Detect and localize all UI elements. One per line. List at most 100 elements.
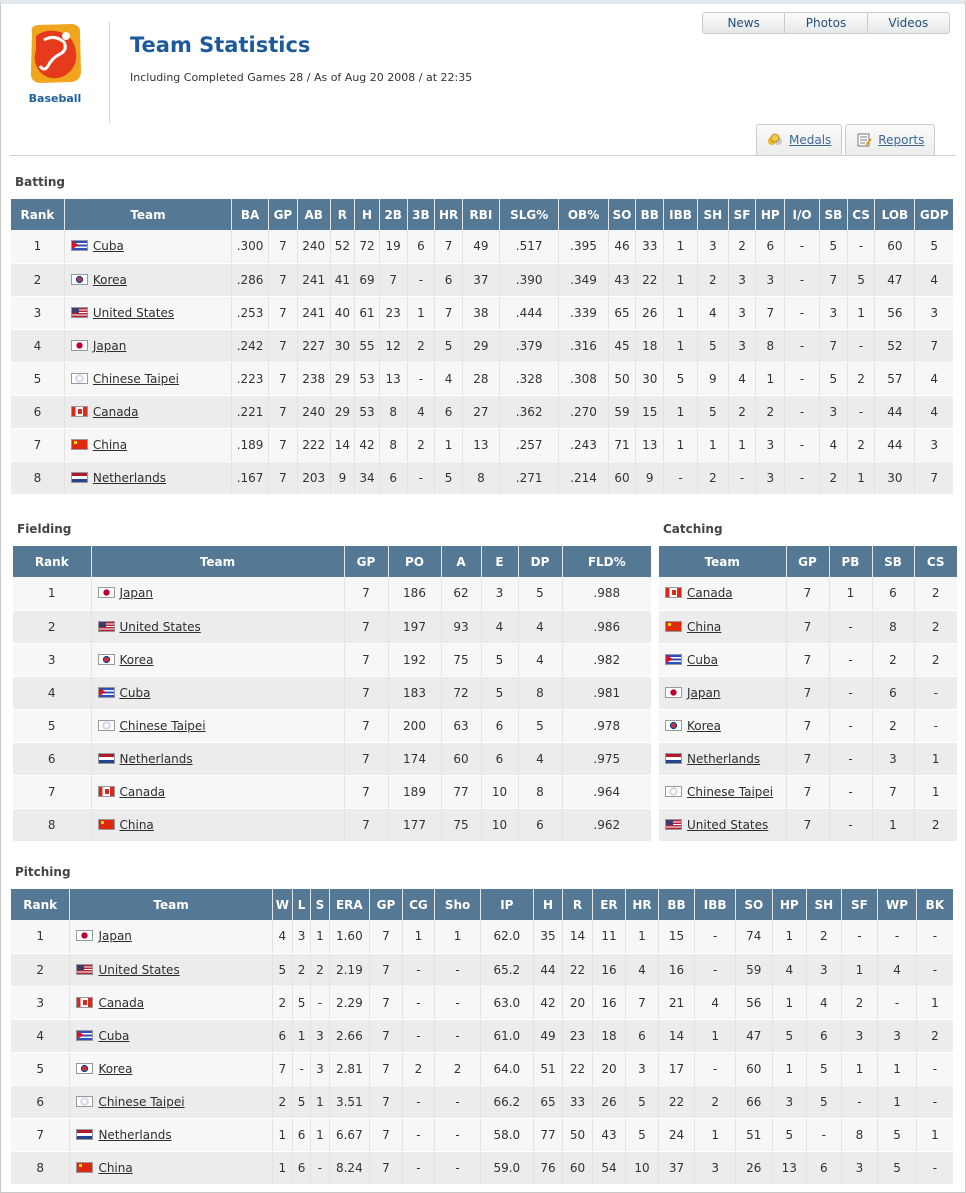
team-link[interactable]: Canada xyxy=(93,405,139,419)
team-link[interactable]: Canada xyxy=(98,996,144,1010)
catching-table-row: China 7-8 2 xyxy=(659,610,957,644)
stat-cell: 7 xyxy=(369,953,403,987)
stat-cell: 1 xyxy=(11,920,71,954)
stat-cell: - xyxy=(434,1019,481,1053)
team-link[interactable]: Chinese Taipei xyxy=(93,372,179,386)
stat-cell: 1 xyxy=(310,1118,330,1152)
batting-table-row: 8 Netherlands .167 7 203 9 34 6-5 8.271.214 60 9-2… xyxy=(11,461,953,495)
stat-cell: 192 xyxy=(388,643,442,677)
team-link[interactable]: China xyxy=(120,818,154,832)
stat-cell: 30 xyxy=(874,461,916,495)
team-link[interactable]: Korea xyxy=(687,719,721,733)
stat-cell: - xyxy=(916,1085,953,1119)
tab-reports[interactable]: Reports xyxy=(845,124,936,155)
pitching-column-header: R xyxy=(562,889,593,920)
team-cell: Canada xyxy=(91,775,345,809)
stat-cell: .362 xyxy=(499,395,560,429)
team-link[interactable]: Korea xyxy=(93,273,127,287)
stat-cell: 1 xyxy=(625,920,659,954)
team-link[interactable]: United States xyxy=(120,620,201,634)
batting-column-header: SF xyxy=(728,199,757,230)
batting-column-header: Team xyxy=(64,199,233,230)
stat-cell: 2 xyxy=(914,808,957,842)
team-link[interactable]: Canada xyxy=(120,785,166,799)
batting-table-row: 5 Chinese Taipei .223 7 238 29 53 13-4 28.328.30… xyxy=(11,362,953,396)
stat-cell: 3 xyxy=(694,1151,736,1185)
stat-cell: 1 xyxy=(755,362,786,396)
stat-cell: 2 xyxy=(697,263,729,297)
team-link[interactable]: Japan xyxy=(93,339,126,353)
stat-cell: 4 xyxy=(914,263,953,297)
stat-cell: 197 xyxy=(388,610,442,644)
team-link[interactable]: Korea xyxy=(98,1062,132,1076)
stat-cell: 4 xyxy=(407,395,436,429)
team-link[interactable]: Canada xyxy=(687,586,733,600)
team-link[interactable]: Chinese Taipei xyxy=(120,719,206,733)
stat-cell: 6 xyxy=(481,709,519,743)
team-link[interactable]: United States xyxy=(93,306,174,320)
stat-cell: - xyxy=(784,395,820,429)
stat-cell: 45 xyxy=(608,329,637,363)
team-link[interactable]: Netherlands xyxy=(120,752,193,766)
stat-cell: 2 xyxy=(847,362,876,396)
stat-cell: - xyxy=(784,362,820,396)
team-link[interactable]: Chinese Taipei xyxy=(98,1095,184,1109)
stat-cell: 51 xyxy=(533,1052,564,1086)
team-link[interactable]: Cuba xyxy=(687,653,718,667)
team-link[interactable]: Netherlands xyxy=(98,1128,171,1142)
team-link[interactable]: Cuba xyxy=(120,686,151,700)
stat-cell: 6 xyxy=(872,676,915,710)
stat-cell: - xyxy=(847,329,876,363)
team-link[interactable]: China xyxy=(93,438,127,452)
stat-cell: 13 xyxy=(462,428,500,462)
team-link[interactable]: China xyxy=(98,1161,132,1175)
stat-cell: 241 xyxy=(297,263,331,297)
fielding-column-header: Team xyxy=(91,546,345,577)
japan-flag-icon xyxy=(76,930,94,942)
stat-cell: 13 xyxy=(379,362,408,396)
stat-cell: 1 xyxy=(663,428,698,462)
stat-cell: 2 xyxy=(694,1085,736,1119)
team-link[interactable]: United States xyxy=(687,818,768,832)
stat-cell: .981 xyxy=(562,676,651,710)
stat-cell: .328 xyxy=(499,362,560,396)
stat-cell: 3 xyxy=(819,296,848,330)
team-link[interactable]: China xyxy=(687,620,721,634)
stat-cell: 9 xyxy=(330,461,356,495)
team-link[interactable]: Korea xyxy=(120,653,154,667)
stat-cell: 56 xyxy=(874,296,916,330)
stat-cell: 21 xyxy=(658,986,696,1020)
team-link[interactable]: Cuba xyxy=(93,239,124,253)
nav-photos-link[interactable]: Photos xyxy=(784,13,866,33)
tab-medals[interactable]: Medals xyxy=(756,124,843,155)
team-link[interactable]: Japan xyxy=(98,929,131,943)
team-link[interactable]: United States xyxy=(98,963,179,977)
stat-cell: 4 xyxy=(481,610,519,644)
stat-cell: 37 xyxy=(658,1151,696,1185)
team-cell: Chinese Taipei xyxy=(659,775,787,809)
team-cell: China xyxy=(91,808,345,842)
stat-cell: 12 xyxy=(379,329,408,363)
team-link[interactable]: Cuba xyxy=(98,1029,129,1043)
stat-cell: 59.0 xyxy=(480,1151,534,1185)
pitching-column-header: IBB xyxy=(694,889,736,920)
team-link[interactable]: Japan xyxy=(687,686,720,700)
stat-cell: .221 xyxy=(231,395,270,429)
stat-cell: - xyxy=(806,1118,842,1152)
stat-cell: 3 xyxy=(841,1019,879,1053)
stat-cell: 69 xyxy=(354,263,380,297)
stat-cell: 2 xyxy=(872,709,915,743)
stat-cell: 60 xyxy=(874,230,916,264)
stat-cell: 189 xyxy=(388,775,442,809)
team-link[interactable]: Chinese Taipei xyxy=(687,785,773,799)
stat-cell: .286 xyxy=(231,263,270,297)
team-link[interactable]: Netherlands xyxy=(93,471,166,485)
stat-cell: 7 xyxy=(344,577,389,611)
stat-cell: 26 xyxy=(635,296,665,330)
stat-cell: - xyxy=(784,428,820,462)
team-link[interactable]: Japan xyxy=(120,586,153,600)
nav-news-link[interactable]: News xyxy=(703,13,784,33)
batting-column-header: 2B xyxy=(379,199,408,230)
team-link[interactable]: Netherlands xyxy=(687,752,760,766)
nav-videos-link[interactable]: Videos xyxy=(866,13,949,33)
